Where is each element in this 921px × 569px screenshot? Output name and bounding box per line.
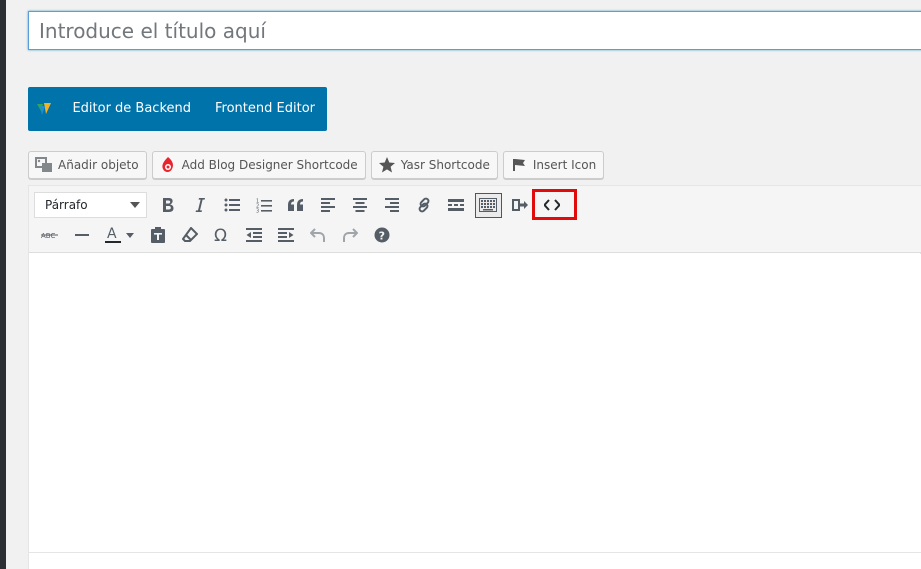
align-left-button[interactable] [312,191,344,219]
insert-icon-label: Insert Icon [532,158,597,172]
bold-icon [163,198,174,212]
indent-button[interactable] [270,221,302,249]
align-left-icon [321,198,335,212]
code-button[interactable] [536,191,568,219]
flag-icon [510,156,528,174]
indent-icon [278,228,294,242]
help-button[interactable]: ? [366,221,398,249]
bullet-list-button[interactable] [216,191,248,219]
redo-icon [343,228,358,242]
composer-logo-icon [28,87,60,131]
blockquote-button[interactable] [280,191,312,219]
post-title-input[interactable] [28,11,921,50]
media-icon [35,156,53,174]
frontend-editor-button[interactable]: Frontend Editor [203,87,327,131]
blog-designer-icon [159,156,177,174]
strikethrough-button[interactable]: ABC [34,221,66,249]
svg-text:Ω: Ω [214,227,227,243]
link-icon [418,197,430,213]
fullscreen-exit-icon [512,199,528,211]
yasr-shortcode-label: Yasr Shortcode [400,158,490,172]
editor-toolbar: Párrafo 123 ABC A Ω ? [29,186,921,253]
undo-icon [310,228,325,242]
paste-text-button[interactable] [142,221,174,249]
star-icon [378,156,396,174]
help-icon: ? [374,227,390,243]
horizontal-line-button[interactable] [66,221,98,249]
media-buttons-row: Añadir objeto Add Blog Designer Shortcod… [28,151,605,179]
link-button[interactable] [408,191,440,219]
align-right-button[interactable] [376,191,408,219]
fullscreen-exit-button[interactable] [504,191,536,219]
horizontal-line-icon [75,234,89,236]
composer-switch-bar: Editor de Backend Frontend Editor [28,87,327,131]
add-media-label: Añadir objeto [58,158,139,172]
svg-text:3: 3 [256,208,259,213]
redo-button[interactable] [334,221,366,249]
backend-editor-button[interactable]: Editor de Backend [60,87,203,131]
toolbar-toggle-frame [474,192,502,218]
align-right-icon [385,198,399,212]
clear-format-icon [182,227,198,242]
strikethrough-icon: ABC [41,232,58,240]
insert-icon-button[interactable]: Insert Icon [502,151,605,179]
clear-format-button[interactable] [174,221,206,249]
format-select-value: Párrafo [45,198,88,212]
outdent-button[interactable] [238,221,270,249]
blog-designer-button[interactable]: Add Blog Designer Shortcode [151,151,366,179]
special-char-button[interactable]: Ω [206,221,238,249]
yasr-shortcode-button[interactable]: Yasr Shortcode [370,151,498,179]
toolbar-toggle-icon [479,198,497,212]
format-select[interactable]: Párrafo [34,192,147,218]
read-more-icon [448,199,464,211]
align-center-icon [353,198,367,212]
svg-text:A: A [107,226,117,242]
bullet-list-icon [224,198,240,212]
numbered-list-button[interactable]: 123 [248,191,280,219]
admin-sidebar-edge [0,0,6,569]
read-more-button[interactable] [440,191,472,219]
svg-text:ABC: ABC [41,232,55,240]
code-icon [544,199,560,211]
align-center-button[interactable] [344,191,376,219]
italic-icon [195,198,205,212]
text-color-button[interactable]: A [98,221,142,249]
toolbar-toggle-button[interactable] [472,191,504,219]
paste-text-icon [151,227,165,243]
tinymce-editor: Párrafo 123 ABC A Ω ? [28,185,921,569]
toolbar-row-2: ABC A Ω ? [34,221,398,249]
blog-designer-label: Add Blog Designer Shortcode [181,158,358,172]
svg-text:?: ? [379,230,385,243]
text-color-icon: A [105,226,134,243]
outdent-icon [246,228,262,242]
special-char-icon: Ω [214,227,227,243]
editor-status-bar [29,552,921,569]
italic-button[interactable] [184,191,216,219]
add-media-button[interactable]: Añadir objeto [28,151,147,179]
undo-button[interactable] [302,221,334,249]
editor-content-area[interactable] [29,254,921,552]
toolbar-row-1: Párrafo 123 [34,191,568,219]
chevron-down-icon [130,202,140,208]
numbered-list-icon: 123 [256,198,272,213]
bold-button[interactable] [152,191,184,219]
blockquote-icon [288,199,303,211]
